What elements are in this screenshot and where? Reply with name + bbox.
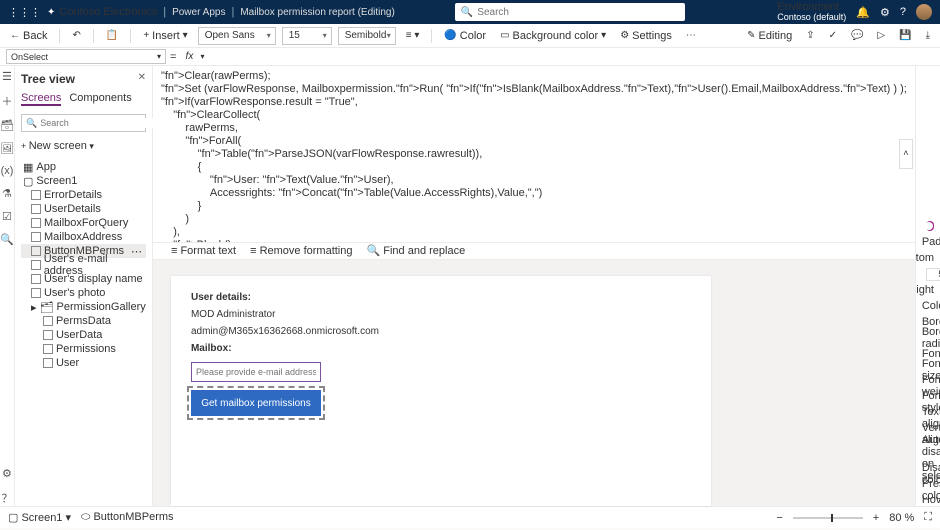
gear-icon[interactable]: ⚙ (880, 6, 890, 19)
mailbox-label: Mailbox: (191, 343, 691, 354)
fontsize-dropdown[interactable]: 15 (282, 27, 332, 45)
zoom-slider[interactable] (793, 517, 863, 519)
check-button[interactable]: ✓ (825, 26, 841, 46)
search-input[interactable] (477, 7, 679, 18)
tree-search[interactable]: 🔍 (21, 114, 146, 132)
tree-item[interactable]: ErrorDetails (21, 188, 146, 202)
prop-color: Color (922, 300, 940, 312)
tree-item[interactable]: MailboxForQuery (21, 216, 146, 230)
format-text-button[interactable]: ≡ Format text (171, 245, 236, 257)
fit-icon[interactable]: ⛶ (924, 511, 932, 524)
waffle-icon[interactable]: ⋮⋮⋮ (8, 6, 41, 19)
rail-search-icon[interactable]: 🔍 (0, 233, 14, 246)
properties-pane: Padding TopBottom LeftRight ColorA Borde… (915, 66, 940, 506)
equals: = (166, 51, 180, 63)
tree-title: Tree view (21, 72, 146, 86)
search-icon: 🔍 (26, 118, 37, 129)
search-icon: 🔍 (461, 7, 473, 18)
environment-picker[interactable]: Environment Contoso (default) (777, 2, 846, 22)
status-selection[interactable]: ⬭ ButtonMBPerms (81, 511, 174, 524)
mailbox-input[interactable] (191, 362, 321, 382)
color-button[interactable]: 🔵 Color (440, 26, 490, 46)
undo-button[interactable]: ↶ (68, 26, 84, 46)
app-title: Mailbox permission report (Editing) (240, 7, 395, 18)
bgcolor-button[interactable]: ▭ Background color ▾ (496, 26, 610, 46)
rail-settings-icon[interactable]: ⚙ (2, 467, 12, 480)
zoom-out[interactable]: − (776, 512, 782, 524)
rail-ask-icon[interactable]: ？ (1, 490, 12, 506)
rail-insert-icon[interactable]: ＋ (1, 93, 12, 109)
brand: ✦ Contoso Electronics (47, 6, 157, 18)
tree-item[interactable]: User (21, 356, 146, 370)
bell-icon[interactable]: 🔔 (856, 6, 870, 19)
user-name: MOD Administrator (191, 309, 691, 320)
insert-button[interactable]: + Insert ▾ (139, 26, 191, 46)
play-button[interactable]: ▷ (873, 26, 889, 46)
formula-editor[interactable]: "fn">Clear(rawPerms);"fn">Set (varFlowRe… (153, 66, 915, 243)
font-dropdown[interactable]: Open Sans (198, 27, 276, 45)
global-search[interactable]: 🔍 (455, 3, 685, 21)
app-canvas[interactable]: User details: MOD Administrator admin@M3… (171, 276, 711, 506)
more-button[interactable]: ⋯ (682, 26, 700, 46)
back-button[interactable]: ← Back (6, 26, 51, 46)
fx-icon[interactable]: fx (180, 51, 198, 62)
collapse-code-icon[interactable]: ˄ (899, 139, 913, 169)
tree-item[interactable]: Permissions (21, 342, 146, 356)
settings-button[interactable]: ⚙ Settings (616, 26, 676, 46)
tree-item[interactable]: User's display name (21, 272, 146, 286)
tree-gallery[interactable]: ▸ 🗂 PermissionGallery (21, 300, 146, 314)
paste-button[interactable]: 📋 (102, 26, 122, 46)
editing-button[interactable]: ✎ Editing (743, 26, 796, 46)
separator: | (231, 6, 234, 18)
tree-item[interactable]: User's e-mail address (21, 258, 146, 272)
rail-advanced-icon[interactable]: ⚗ (2, 187, 12, 200)
user-email: admin@M365x16362668.onmicrosoft.com (191, 326, 691, 337)
tree-item[interactable]: User's photo (21, 286, 146, 300)
app-name[interactable]: Power Apps (172, 7, 225, 18)
formula-collapse-icon[interactable]: ▾ (200, 52, 204, 61)
tree-item[interactable]: PermsData (21, 314, 146, 328)
tab-components[interactable]: Components (69, 92, 131, 106)
rail-data-icon[interactable]: 🗃 (0, 119, 14, 132)
tree-item[interactable]: MailboxAddress (21, 230, 146, 244)
property-selector[interactable]: OnSelect (6, 49, 166, 64)
rail-tests-icon[interactable]: ☑ (2, 210, 12, 223)
find-replace-button[interactable]: 🔍 Find and replace (367, 244, 466, 257)
tab-screens[interactable]: Screens (21, 92, 61, 106)
remove-format-button[interactable]: ≡ Remove formatting (250, 245, 352, 257)
close-icon[interactable]: ✕ (138, 72, 146, 83)
publish-button[interactable]: ⤓ (922, 26, 934, 46)
prop-padding: Padding (922, 236, 940, 248)
user-details-label: User details: (191, 292, 691, 303)
rail-tree-icon[interactable]: ☰ (2, 70, 12, 83)
prop-hovercolor: Hover color (922, 494, 940, 506)
zoom-value: 80 % (889, 512, 914, 524)
tree-screen[interactable]: ▢ Screen1 (21, 174, 146, 188)
prop-radius: Border radius (922, 326, 940, 350)
fontweight-dropdown[interactable]: Semibold (338, 27, 396, 45)
share-button[interactable]: ⇪ (802, 26, 818, 46)
zoom-in[interactable]: + (873, 512, 879, 524)
save-button[interactable]: 💾 (895, 26, 915, 46)
rail-media-icon[interactable]: 🖼 (0, 142, 14, 155)
toggle-row[interactable] (922, 218, 934, 234)
tree-item[interactable]: UserData (21, 328, 146, 342)
new-screen-button[interactable]: + New screen ▾ (21, 140, 146, 152)
tree-item[interactable]: UserDetails (21, 202, 146, 216)
help-icon[interactable]: ? (900, 6, 906, 18)
get-permissions-button[interactable]: Get mailbox permissions (191, 390, 321, 416)
comment-button[interactable]: 💬 (847, 26, 867, 46)
listalign-button[interactable]: ≡ ▾ (402, 26, 424, 46)
pad-left[interactable] (926, 268, 940, 281)
rail-variables-icon[interactable]: (x) (1, 165, 14, 177)
tree-search-input[interactable] (40, 118, 157, 128)
status-screen[interactable]: ▢ Screen1 ▾ (8, 511, 71, 524)
avatar[interactable] (916, 4, 932, 20)
tree-app[interactable]: ▦ App (21, 160, 146, 174)
separator: | (163, 6, 166, 18)
